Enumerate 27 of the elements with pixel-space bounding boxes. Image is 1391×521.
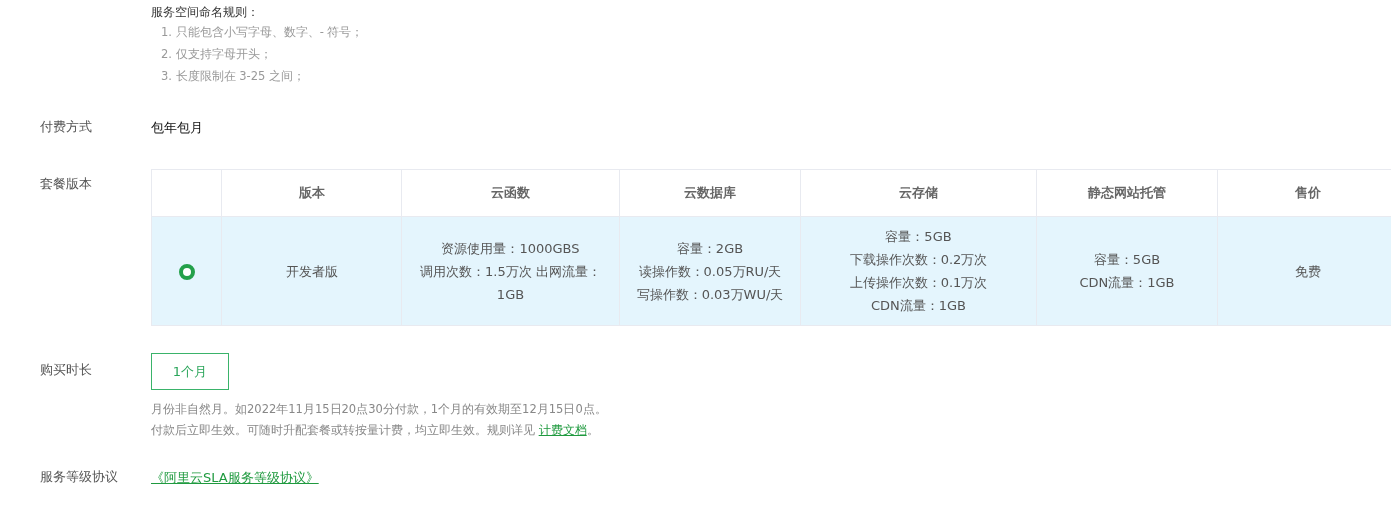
billing-doc-link[interactable]: 计费文档	[538, 423, 587, 437]
field-label: 购买时长	[40, 362, 92, 377]
field-label: 付费方式	[40, 119, 92, 134]
table-cell: 免费	[1217, 216, 1391, 326]
table-cell: 容量：2GB 读操作数：0.05万RU/天 写操作数：0.03万WU/天	[619, 216, 801, 326]
table-cell: 容量：5GB 下载操作次数：0.2万次 上传操作次数：0.1万次 CDN流量：1GB	[800, 216, 1037, 326]
note-text: 月份非自然月。如2022年11月15日20点30分付款，1个月的有效期至12月15日0点。	[151, 401, 608, 418]
radio-button[interactable]	[178, 264, 195, 280]
rule-text: 1. 只能包含小写字母、数字、- 符号；	[160, 24, 365, 41]
column-header: 云存储	[800, 169, 1037, 217]
rules-title: 服务空间命名规则：	[151, 4, 260, 21]
column-header: 售价	[1217, 169, 1391, 217]
rule-text: 3. 长度限制在 3-25 之间；	[160, 68, 307, 85]
table-cell: 开发者版	[221, 216, 402, 326]
column-header: 静态网站托管	[1036, 169, 1218, 217]
table-cell: 资源使用量：1000GBS 调用次数：1.5万次 出网流量：1GB	[401, 216, 620, 326]
column-header: 版本	[221, 169, 402, 217]
sla-link[interactable]: 《阿里云SLA服务等级协议》	[151, 470, 319, 485]
duration-option[interactable]: 1个月	[151, 353, 229, 390]
payment-value: 包年包月	[151, 120, 203, 135]
field-label: 套餐版本	[40, 176, 92, 191]
rule-text: 2. 仅支持字母开头；	[160, 46, 273, 63]
table-cell: 容量：5GB CDN流量：1GB	[1036, 216, 1218, 326]
column-header: 云数据库	[619, 169, 801, 217]
note-text: 付款后立即生效。可随时升配套餐或转按量计费，均立即生效。规则详见 计费文档。	[151, 422, 600, 439]
field-label: 服务等级协议	[40, 469, 118, 484]
column-header: 云函数	[401, 169, 620, 217]
